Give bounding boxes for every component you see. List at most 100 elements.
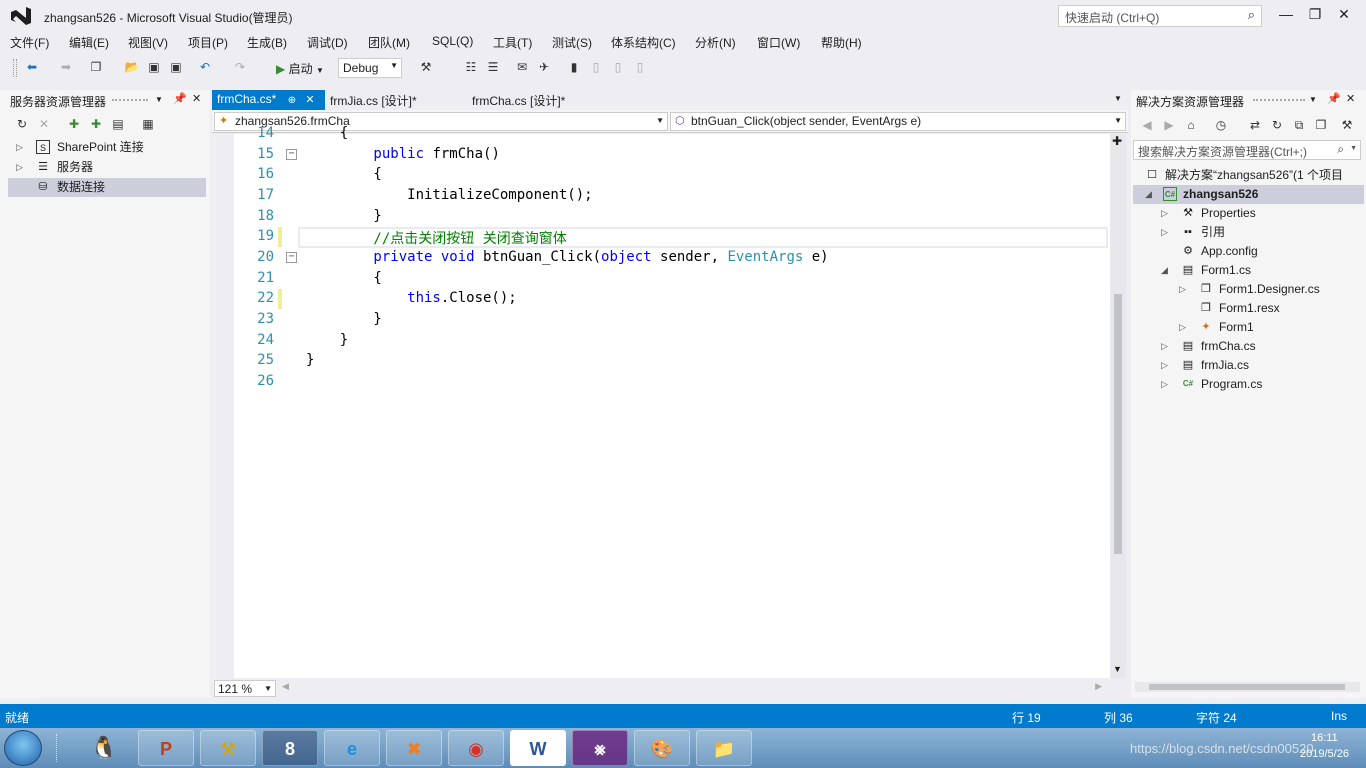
quick-launch-input[interactable]: 快速启动 (Ctrl+Q) ⌕ [1058,5,1262,27]
zoom-dropdown[interactable]: 121 % ▼ [214,680,276,697]
restore-button[interactable]: ❐ [1305,6,1325,24]
powerpoint-icon[interactable]: P [138,730,194,766]
solution-search-input[interactable]: 搜索解决方案资源管理器(Ctrl+;) ⌕ ▼ [1133,140,1361,160]
expand-icon[interactable]: ▷ [1161,204,1168,223]
expand-icon[interactable]: ▷ [1161,375,1168,394]
menu-analyze[interactable]: 分析(N) [695,34,736,51]
scroll-down-icon[interactable]: ▼ [1113,664,1122,674]
collapse-all-icon[interactable]: ⧉ [1291,117,1307,133]
connect-server-icon[interactable]: ✚ [88,116,104,132]
collapse-icon[interactable]: ◢ [1161,261,1168,280]
tree-item-sharepoint[interactable]: ▷ S SharePoint 连接 [8,138,206,157]
properties-icon[interactable]: ⚒ [1339,117,1355,133]
menu-debug[interactable]: 调试(D) [307,34,348,51]
tree-item-frmjia-cs[interactable]: ▷ ▤ frmJia.cs [1133,356,1364,375]
clock-date[interactable]: 2019/5/26 [1300,748,1349,760]
xampp-icon[interactable]: ✖ [386,730,442,766]
forward-icon[interactable]: ▶ [1161,117,1177,133]
open-file-icon[interactable]: 📂 [124,59,140,75]
scroll-left-icon[interactable]: ◀ [282,681,289,692]
tree-item-program-cs[interactable]: ▷ C# Program.cs [1133,375,1364,394]
scroll-thumb[interactable] [1149,684,1345,690]
back-icon[interactable]: ◀ [1139,117,1155,133]
menu-sql[interactable]: SQL(Q) [432,34,473,48]
show-all-files-icon[interactable]: ❐ [1313,117,1329,133]
next-bookmark-icon[interactable]: ▯ [610,59,626,75]
qq-icon[interactable]: 🐧 [76,730,132,766]
pin-tab-icon[interactable]: ⊕ [288,95,296,106]
menu-file[interactable]: 文件(F) [10,34,49,51]
new-project-icon[interactable]: ❐ [88,59,104,75]
menu-architecture[interactable]: 体系结构(C) [611,34,676,51]
tree-item-frmcha-cs[interactable]: ▷ ▤ frmCha.cs [1133,337,1364,356]
collapse-icon[interactable]: − [286,149,297,160]
expand-icon[interactable]: ▷ [16,138,23,157]
tree-item-form1-class[interactable]: ▷ ✦ Form1 [1133,318,1364,337]
previous-bookmark-icon[interactable]: ▯ [588,59,604,75]
tab-frmcha-design[interactable]: frmCha.cs [设计]* [467,90,570,110]
connect-database-icon[interactable]: ✚ [66,116,82,132]
scroll-right-icon[interactable]: ▶ [1095,681,1102,692]
tree-item-project[interactable]: ◢ C# zhangsan526 [1133,185,1364,204]
chevron-down-icon[interactable]: ▼ [1350,145,1357,152]
tree-item-properties[interactable]: ▷ ⚒ Properties [1133,204,1364,223]
undo-icon[interactable]: ↶ [197,59,213,75]
tree-item-servers[interactable]: ▷ ☰ 服务器 [8,158,206,177]
connect-sharepoint-icon[interactable]: ▤ [110,116,126,132]
menu-team[interactable]: 团队(M) [368,34,410,51]
save-all-icon[interactable]: ▣ [168,59,184,75]
pin-icon[interactable]: 📌 [1327,92,1341,105]
scroll-thumb[interactable] [1114,294,1122,554]
find-in-files-icon[interactable]: ⚒ [418,59,434,75]
collapse-icon[interactable]: − [286,252,297,263]
forward-icon[interactable]: ➡ [58,59,74,75]
tree-item-form1-designer[interactable]: ▷ ❐ Form1.Designer.cs [1133,280,1364,299]
visual-studio-icon[interactable]: ⨳ [572,730,628,766]
menu-view[interactable]: 视图(V) [128,34,168,51]
menu-test[interactable]: 测试(S) [552,34,592,51]
solution-explorer-icon[interactable]: ☷ [463,59,479,75]
split-editor-icon[interactable]: ✚ [1112,134,1122,148]
editor-vertical-scrollbar[interactable]: ✚ ▼ [1110,134,1126,678]
toolbar-grip[interactable] [13,59,17,77]
menu-tools[interactable]: 工具(T) [493,34,532,51]
tab-frmjia-design[interactable]: frmJia.cs [设计]* [325,90,422,110]
panel-grip[interactable] [1253,99,1305,102]
close-button[interactable]: ✕ [1334,6,1354,24]
tab-frmcha-cs[interactable]: frmCha.cs* ⊕ ✕ [212,90,325,110]
expand-icon[interactable]: ▷ [16,158,23,177]
properties-window-icon[interactable]: ☰ [485,59,501,75]
back-icon[interactable]: ⬅ [24,59,40,75]
expand-icon[interactable]: ▷ [1179,280,1186,299]
clock-time[interactable]: 16:11 [1311,732,1338,744]
internet-explorer-icon[interactable]: e [324,730,380,766]
pin-icon[interactable]: 📌 [173,92,187,105]
menu-window[interactable]: 窗口(W) [757,34,800,51]
panel-menu-icon[interactable]: ▼ [155,95,163,104]
panel-menu-icon[interactable]: ▼ [1309,95,1317,104]
minimize-button[interactable]: — [1276,6,1296,24]
tree-item-references[interactable]: ▷ ▪▪ 引用 [1133,223,1364,242]
uncomment-icon[interactable]: ✈ [536,59,552,75]
app-icon[interactable]: 8 [262,730,318,766]
menu-build[interactable]: 生成(B) [247,34,287,51]
refresh-icon[interactable]: ↻ [14,116,30,132]
clear-bookmarks-icon[interactable]: ▯ [632,59,648,75]
home-icon[interactable]: ⌂ [1183,117,1199,133]
expand-icon[interactable]: ▷ [1161,337,1168,356]
start-button[interactable] [4,730,42,766]
delete-icon[interactable]: ✕ [36,116,52,132]
solution-horizontal-scrollbar[interactable] [1135,682,1360,692]
tree-item-form1-cs[interactable]: ◢ ▤ Form1.cs [1133,261,1364,280]
save-icon[interactable]: ▣ [146,59,162,75]
expand-icon[interactable]: ▷ [1161,223,1168,242]
toolbox-icon[interactable]: ⚒ [200,730,256,766]
sync-icon[interactable]: ⇄ [1247,117,1263,133]
close-tab-icon[interactable]: ✕ [305,94,314,106]
file-explorer-icon[interactable]: 📁 [696,730,752,766]
tab-overflow-icon[interactable]: ▼ [1114,94,1122,103]
pending-changes-icon[interactable]: ◷ [1213,117,1229,133]
tree-item-form1-resx[interactable]: ❐ Form1.resx [1133,299,1364,318]
configuration-select[interactable]: Debug ▼ [338,58,402,78]
tree-item-solution[interactable]: ☐ 解决方案“zhangsan526”(1 个项目 [1133,166,1364,185]
